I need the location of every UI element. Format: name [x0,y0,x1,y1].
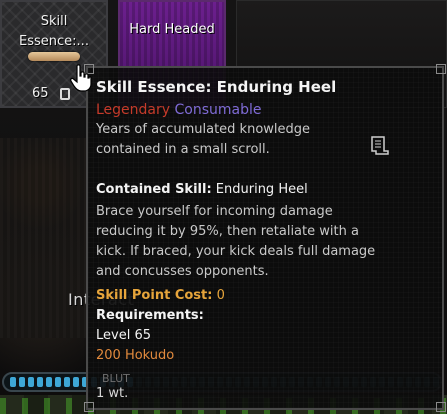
rarity-label: Legendary [96,102,171,118]
tooltip-title: Skill Essence: Enduring Heel [96,78,337,96]
stamina-segment [10,377,16,387]
faded-label: BLUT [102,372,130,385]
category-label: Consumable [174,102,262,118]
scroll-icon [371,136,389,155]
tooltip-corner [436,402,446,412]
tooltip-corner [436,64,446,74]
tooltip-lore: Years of accumulated knowledge contained… [96,122,311,157]
skill-description: Brace yourself for incoming damage reduc… [96,204,376,279]
slot-item-level: 65 [32,86,49,101]
skill-point-cost-label: Skill Point Cost: [96,288,213,303]
stamina-segment [28,377,34,387]
requirement-hokudo: 200 Hokudo [96,348,175,363]
lock-icon [60,88,70,100]
stamina-segment [73,377,79,387]
contained-skill-value: Enduring Heel [211,182,308,197]
skill-point-cost-value: 0 [212,288,225,303]
skill-point-cost: Skill Point Cost: 0 [96,288,225,303]
requirement-level: Level 65 [96,328,151,343]
slot-item-name: Hard Headed [129,22,215,37]
item-tooltip: Skill Essence: Enduring Heel Legendary C… [84,64,446,412]
stamina-segment [19,377,25,387]
stamina-segment [46,377,52,387]
stamina-segment [55,377,61,387]
slot-item-name: Skill Essence:... [19,14,89,49]
contained-skill: Contained Skill: Enduring Heel [96,182,308,197]
tooltip-corner [84,402,94,412]
item-weight: 1 wt. [96,386,129,401]
scroll-icon [28,52,80,61]
hand-cursor-icon [70,64,92,92]
contained-skill-label: Contained Skill: [96,182,212,197]
requirements-heading: Requirements: [96,308,204,323]
tooltip-rarity-line: Legendary Consumable [96,102,262,118]
stamina-segment [64,377,70,387]
stamina-segment [37,377,43,387]
